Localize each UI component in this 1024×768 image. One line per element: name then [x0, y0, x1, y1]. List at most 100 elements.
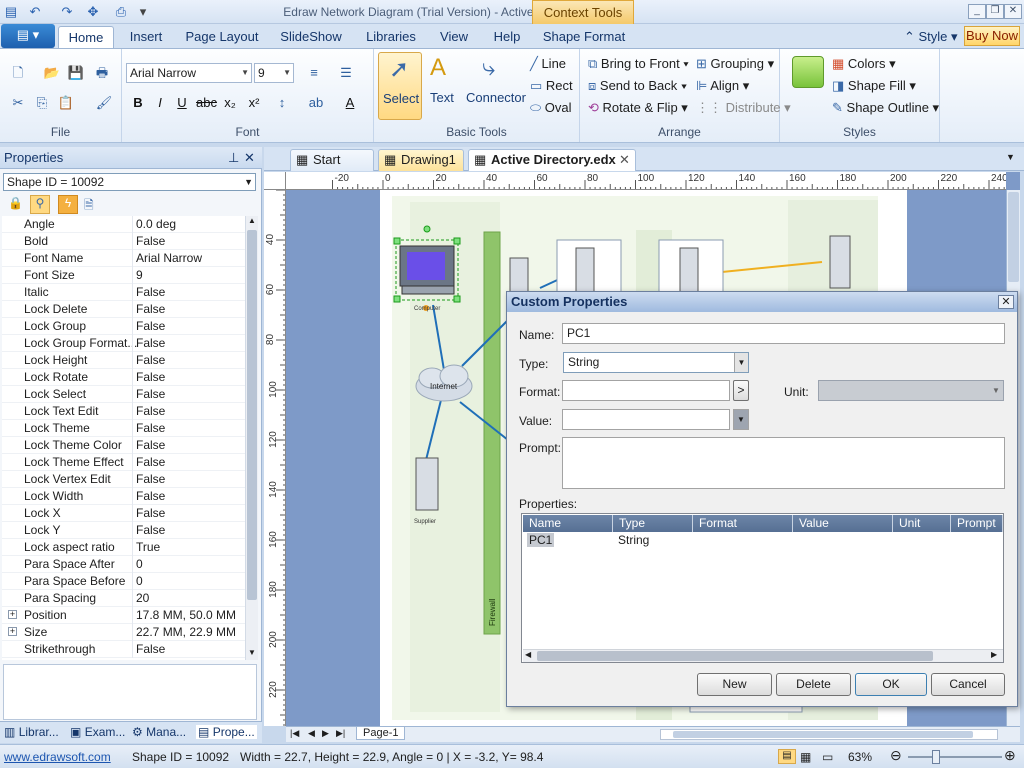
doc-tab-drawing1[interactable]: ▦ Drawing1	[378, 149, 464, 171]
scroll-thumb[interactable]	[247, 230, 257, 600]
property-value[interactable]: False	[136, 642, 165, 656]
tab-insert[interactable]: Insert	[122, 26, 170, 48]
tab-home[interactable]: Home	[58, 26, 114, 48]
col-header-prompt[interactable]: Prompt	[951, 515, 1003, 532]
font-color-icon[interactable]: A	[340, 93, 360, 113]
resize-handle-tl[interactable]	[393, 237, 401, 245]
property-row[interactable]: Angle 0.0 deg	[2, 216, 245, 233]
prompt-textarea[interactable]	[562, 437, 1005, 489]
type-select[interactable]: String ▼	[563, 352, 749, 373]
superscript-icon[interactable]: x²	[244, 93, 264, 113]
expand-icon[interactable]: +	[8, 627, 17, 636]
website-link[interactable]: www.edrawsoft.com	[4, 750, 111, 764]
first-page-icon[interactable]: |◀	[290, 728, 299, 739]
rotate-flip-button[interactable]: ⟲ Rotate & Flip ▾	[588, 100, 688, 116]
next-page-icon[interactable]: ▶	[322, 728, 329, 739]
rotate-handle[interactable]	[423, 225, 431, 233]
normal-view-icon[interactable]: ▤	[778, 749, 796, 764]
name-input[interactable]: PC1	[562, 323, 1005, 344]
property-row[interactable]: Italic False	[2, 284, 245, 301]
dialog-close-icon[interactable]: ✕	[998, 295, 1014, 309]
unit-select[interactable]: ▼	[818, 380, 1004, 401]
property-row[interactable]: Font Name Arial Narrow	[2, 250, 245, 267]
server-tower-3[interactable]	[509, 257, 529, 295]
connector-tool-button[interactable]: ⤷ Connector	[464, 52, 526, 120]
ok-button[interactable]: OK	[855, 673, 927, 696]
value-dropdown[interactable]: ▼	[733, 409, 749, 430]
lock-icon[interactable]: 🔒	[8, 196, 23, 210]
zoom-out-icon[interactable]: ⊖	[890, 747, 902, 764]
paste-icon[interactable]: 📋	[56, 93, 76, 113]
property-value[interactable]: False	[136, 234, 165, 248]
resize-handle-tr[interactable]	[453, 237, 461, 245]
tab-list-icon[interactable]: ▼	[1006, 152, 1015, 162]
close-icon[interactable]: ✕	[1004, 4, 1022, 19]
property-value[interactable]: 20	[136, 591, 149, 605]
property-row[interactable]: Lock Group False	[2, 318, 245, 335]
property-value[interactable]: False	[136, 472, 165, 486]
col-header-unit[interactable]: Unit	[893, 515, 951, 532]
property-row[interactable]: Lock Theme False	[2, 420, 245, 437]
resize-handle-br[interactable]	[453, 295, 461, 303]
property-row[interactable]: + Position 17.8 MM, 50.0 MM	[2, 607, 245, 624]
style-menu[interactable]: ⌃ Style ▾	[904, 26, 958, 47]
tab-libraries[interactable]: Libraries	[360, 26, 422, 48]
prev-page-icon[interactable]: ◀	[308, 728, 315, 739]
col-header-value[interactable]: Value	[793, 515, 893, 532]
text-tool-button[interactable]: A Text	[426, 52, 460, 120]
server-tower-4[interactable]	[829, 235, 851, 289]
format-button[interactable]: >	[733, 380, 749, 401]
filter-icon[interactable]: ⚲	[30, 195, 50, 214]
property-value[interactable]: False	[136, 523, 165, 537]
col-header-format[interactable]: Format	[693, 515, 793, 532]
table-scroll-thumb[interactable]	[537, 651, 933, 661]
shape-id-combo[interactable]: Shape ID = 10092 ▼	[3, 173, 256, 191]
zoom-in-icon[interactable]: ⊕	[1004, 747, 1016, 764]
property-value[interactable]: False	[136, 455, 165, 469]
property-row[interactable]: Lock Theme Color False	[2, 437, 245, 454]
pane-tab-examples[interactable]: ▣ Exam...	[70, 725, 125, 739]
bold-icon[interactable]: B	[128, 93, 148, 113]
property-row[interactable]: Lock Rotate False	[2, 369, 245, 386]
property-value[interactable]: False	[136, 370, 165, 384]
property-row[interactable]: Lock Delete False	[2, 301, 245, 318]
open-icon[interactable]: 📂	[42, 63, 62, 83]
align-button[interactable]: ⊫ Align ▾	[696, 78, 749, 94]
format-input[interactable]	[562, 380, 730, 401]
rect-tool[interactable]: ▭ Rect	[530, 78, 573, 94]
application-button[interactable]: ▤ ▾	[1, 24, 55, 48]
grouping-button[interactable]: ⊞ Grouping ▾	[696, 56, 774, 72]
bring-to-front-button[interactable]: ⧉ Bring to Front ▾	[588, 56, 689, 72]
events-icon[interactable]: ϟ	[58, 195, 78, 214]
copy-icon[interactable]: ⎘	[32, 93, 52, 113]
property-row[interactable]: Lock Height False	[2, 352, 245, 369]
table-row[interactable]: PC1 String	[524, 533, 1004, 549]
property-value[interactable]: Arial Narrow	[136, 251, 202, 265]
property-value[interactable]: False	[136, 438, 165, 452]
property-row[interactable]: Strikethrough False	[2, 641, 245, 658]
canvas-h-scrollbar[interactable]	[660, 729, 998, 740]
new-button[interactable]: New	[697, 673, 772, 696]
font-name-combo[interactable]: Arial Narrow ▼	[126, 63, 252, 83]
resize-handle-bl[interactable]	[393, 295, 401, 303]
new-icon[interactable]: 🗋	[8, 63, 28, 83]
property-row[interactable]: Lock Vertex Edit False	[2, 471, 245, 488]
pane-close-icon[interactable]: ✕	[244, 147, 255, 168]
property-row[interactable]: Lock Select False	[2, 386, 245, 403]
property-row[interactable]: Para Space After 0	[2, 556, 245, 573]
property-value[interactable]: False	[136, 285, 165, 299]
delete-button[interactable]: Delete	[776, 673, 851, 696]
send-to-back-button[interactable]: ⧈ Send to Back ▾	[588, 78, 687, 94]
pane-tab-properties[interactable]: ▤ Prope...	[196, 725, 257, 739]
oval-tool[interactable]: ⬭ Oval	[530, 100, 571, 116]
select-tool-button[interactable]: ➚ Select	[378, 52, 422, 120]
minimize-icon[interactable]: _	[968, 4, 986, 19]
property-value[interactable]: 17.8 MM, 50.0 MM	[136, 608, 236, 622]
italic-icon[interactable]: I	[150, 93, 170, 113]
buy-now-button[interactable]: Buy Now	[964, 26, 1020, 46]
shape-fill-button[interactable]: ◨ Shape Fill ▾	[832, 78, 916, 94]
colors-button[interactable]: ▦ Colors ▾	[832, 56, 896, 72]
doc-tab-close-icon[interactable]: ✕	[619, 150, 630, 170]
property-value[interactable]: False	[136, 302, 165, 316]
property-row[interactable]: Para Space Before 0	[2, 573, 245, 590]
